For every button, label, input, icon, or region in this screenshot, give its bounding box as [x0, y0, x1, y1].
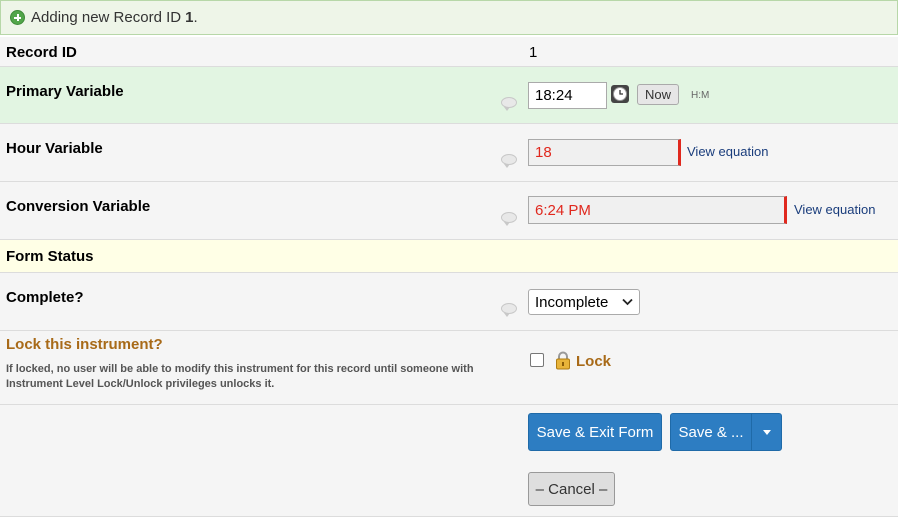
hour-variable-row: Hour Variable 18 View equation — [0, 124, 898, 182]
conversion-variable-label: Conversion Variable — [6, 198, 151, 215]
form-status-label: Form Status — [6, 248, 94, 265]
new-record-banner: Adding new Record ID 1 . — [0, 0, 898, 35]
complete-selected-value: Incomplete — [535, 293, 609, 311]
conversion-view-equation-link[interactable]: View equation — [794, 202, 875, 217]
hour-value: 18 — [535, 144, 552, 161]
complete-label: Complete? — [6, 289, 84, 306]
conversion-variable-row: Conversion Variable 6:24 PM View equatio… — [0, 182, 898, 240]
save-and-button[interactable]: Save & ... — [671, 414, 751, 450]
hour-view-equation-link[interactable]: View equation — [687, 144, 768, 159]
banner-record-id: 1 — [185, 9, 194, 26]
lock-row: Lock this instrument? If locked, no user… — [0, 331, 898, 405]
conversion-value: 6:24 PM — [535, 201, 591, 219]
complete-select[interactable]: Incomplete — [528, 289, 640, 315]
caret-down-icon — [762, 429, 771, 435]
hour-variable-label: Hour Variable — [6, 140, 103, 157]
chevron-down-icon — [622, 298, 633, 306]
form-actions: Save & Exit Form Save & ... – Cancel – — [0, 405, 898, 517]
comment-icon[interactable] — [501, 303, 517, 317]
hour-calc-field: 18 — [528, 139, 681, 166]
now-button[interactable]: Now — [637, 84, 679, 105]
save-dropdown-toggle[interactable] — [751, 414, 781, 450]
lock-label[interactable]: Lock — [576, 353, 611, 370]
record-id-row: Record ID 1 — [0, 37, 898, 67]
time-format-hint: H:M — [691, 90, 710, 101]
padlock-icon — [555, 351, 571, 375]
add-circle-icon — [10, 10, 25, 25]
primary-variable-row: Primary Variable 18:24 Now H:M — [0, 67, 898, 124]
record-id-label: Record ID — [6, 44, 77, 61]
save-exit-button[interactable]: Save & Exit Form — [528, 413, 662, 451]
complete-row: Complete? Incomplete — [0, 273, 898, 331]
banner-text: Adding new Record ID — [31, 9, 182, 26]
save-and-button-group: Save & ... — [670, 413, 782, 451]
primary-variable-label: Primary Variable — [6, 83, 124, 100]
comment-icon[interactable] — [501, 97, 517, 111]
comment-icon[interactable] — [501, 212, 517, 226]
conversion-calc-field: 6:24 PM — [528, 196, 787, 224]
lock-checkbox[interactable] — [530, 353, 544, 367]
record-id-value: 1 — [529, 44, 538, 61]
cancel-button[interactable]: – Cancel – — [528, 472, 615, 506]
comment-icon[interactable] — [501, 154, 517, 168]
banner-suffix: . — [193, 9, 198, 26]
form-status-header: Form Status — [0, 240, 898, 273]
lock-title: Lock this instrument? — [6, 336, 163, 353]
lock-description: If locked, no user will be able to modif… — [6, 363, 474, 390]
primary-time-input[interactable]: 18:24 — [528, 82, 607, 109]
clock-icon[interactable] — [611, 85, 629, 103]
primary-time-value: 18:24 — [535, 87, 573, 104]
